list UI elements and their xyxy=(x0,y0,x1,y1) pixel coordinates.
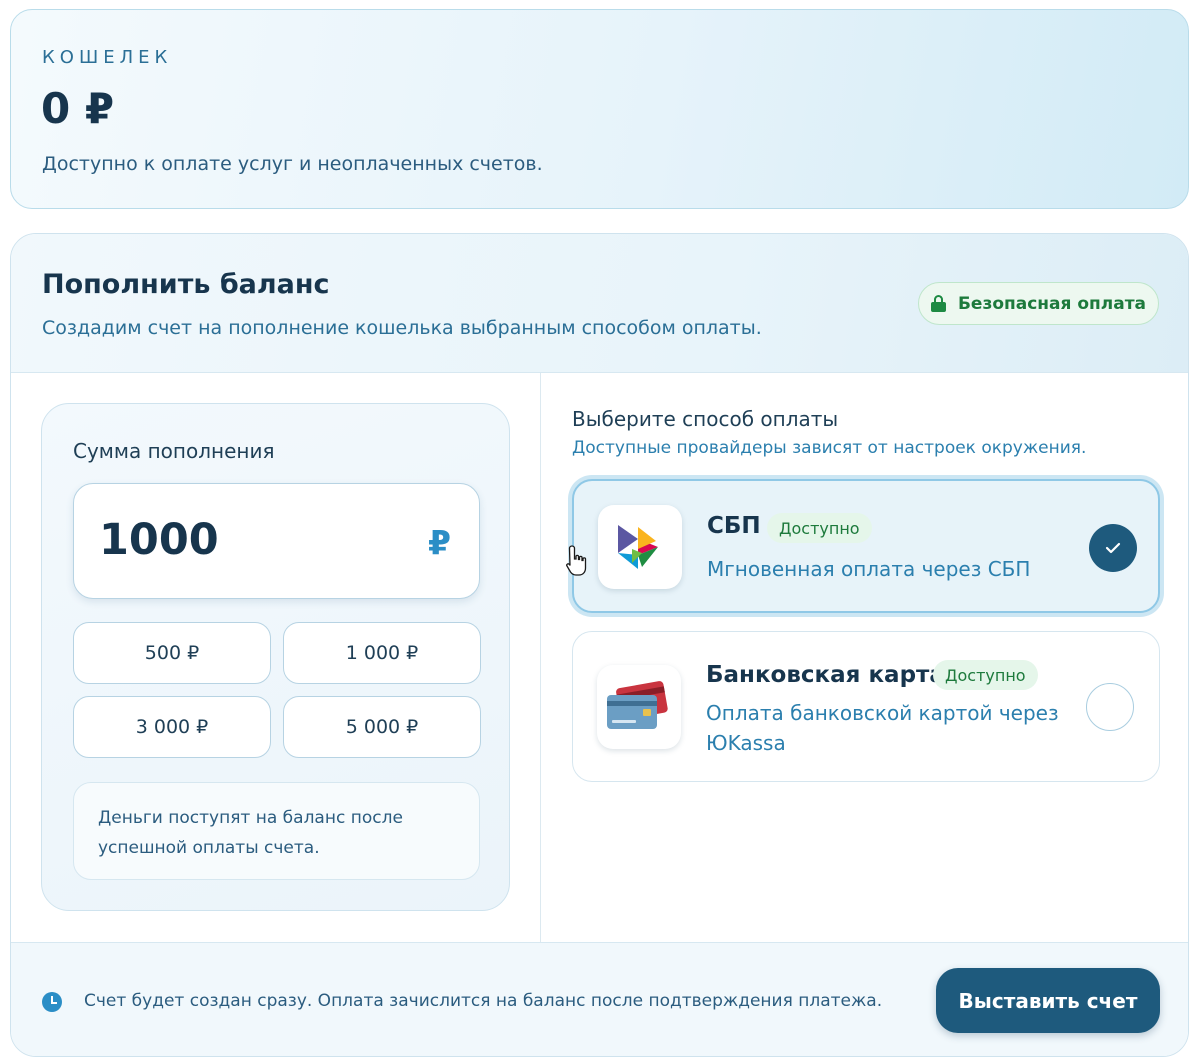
sbp-logo-icon xyxy=(598,505,682,589)
amount-note: Деньги поступят на баланс после успешной… xyxy=(73,782,480,880)
topup-footer: Счет будет создан сразу. Оплата зачислит… xyxy=(11,942,1188,1056)
unselected-radio[interactable] xyxy=(1086,683,1134,731)
column-divider xyxy=(540,373,541,942)
preset-3000-button[interactable]: 3 000 ₽ xyxy=(73,696,271,758)
clock-icon xyxy=(42,992,62,1012)
method-name-bank-card: Банковская карта xyxy=(706,662,945,688)
amount-label: Сумма пополнения xyxy=(73,439,275,463)
secure-payment-badge: Безопасная оплата xyxy=(918,282,1159,325)
method-name-sbp: СБП xyxy=(707,513,761,539)
preset-500-button[interactable]: 500 ₽ xyxy=(73,622,271,684)
footer-info: Счет будет создан сразу. Оплата зачислит… xyxy=(84,991,883,1011)
wallet-card: КОШЕЛЕК 0 ₽ Доступно к оплате услуг и не… xyxy=(10,9,1189,209)
hand-cursor-icon xyxy=(565,544,589,582)
bank-cards-icon xyxy=(597,665,681,749)
preset-1000-button[interactable]: 1 000 ₽ xyxy=(283,622,481,684)
wallet-label: КОШЕЛЕК xyxy=(42,47,173,68)
create-invoice-button[interactable]: Выставить счет xyxy=(936,968,1160,1033)
methods-title: Выберите способ оплаты xyxy=(572,407,839,431)
topup-title: Пополнить баланс xyxy=(42,269,330,300)
method-description-sbp: Мгновенная оплата через СБП xyxy=(707,557,1031,581)
preset-5000-button[interactable]: 5 000 ₽ xyxy=(283,696,481,758)
payment-method-bank-card[interactable]: Банковская карта Доступно Оплата банковс… xyxy=(572,631,1160,782)
status-badge: Доступно xyxy=(933,660,1038,690)
amount-input[interactable]: 1000 ₽ xyxy=(73,483,480,599)
wallet-balance: 0 ₽ xyxy=(41,84,115,133)
method-description-bank-card: Оплата банковской картой через ЮKassa xyxy=(706,701,1059,755)
lock-icon xyxy=(930,295,946,312)
topup-card: Пополнить баланс Создадим счет на пополн… xyxy=(10,233,1189,1057)
amount-value: 1000 xyxy=(99,515,219,565)
amount-panel: Сумма пополнения 1000 ₽ 500 ₽ 1 000 ₽ 3 … xyxy=(41,403,510,911)
topup-header: Пополнить баланс Создадим счет на пополн… xyxy=(11,234,1188,373)
methods-subtitle: Доступные провайдеры зависят от настроек… xyxy=(572,438,1087,458)
status-badge: Доступно xyxy=(767,513,872,543)
wallet-description: Доступно к оплате услуг и неоплаченных с… xyxy=(42,153,543,175)
selected-check-icon[interactable] xyxy=(1089,524,1137,572)
payment-method-sbp[interactable]: СБП Доступно Мгновенная оплата через СБП xyxy=(572,479,1160,613)
topup-subtitle: Создадим счет на пополнение кошелька выб… xyxy=(42,317,762,339)
ruble-icon: ₽ xyxy=(428,523,451,562)
secure-payment-label: Безопасная оплата xyxy=(957,293,1147,314)
